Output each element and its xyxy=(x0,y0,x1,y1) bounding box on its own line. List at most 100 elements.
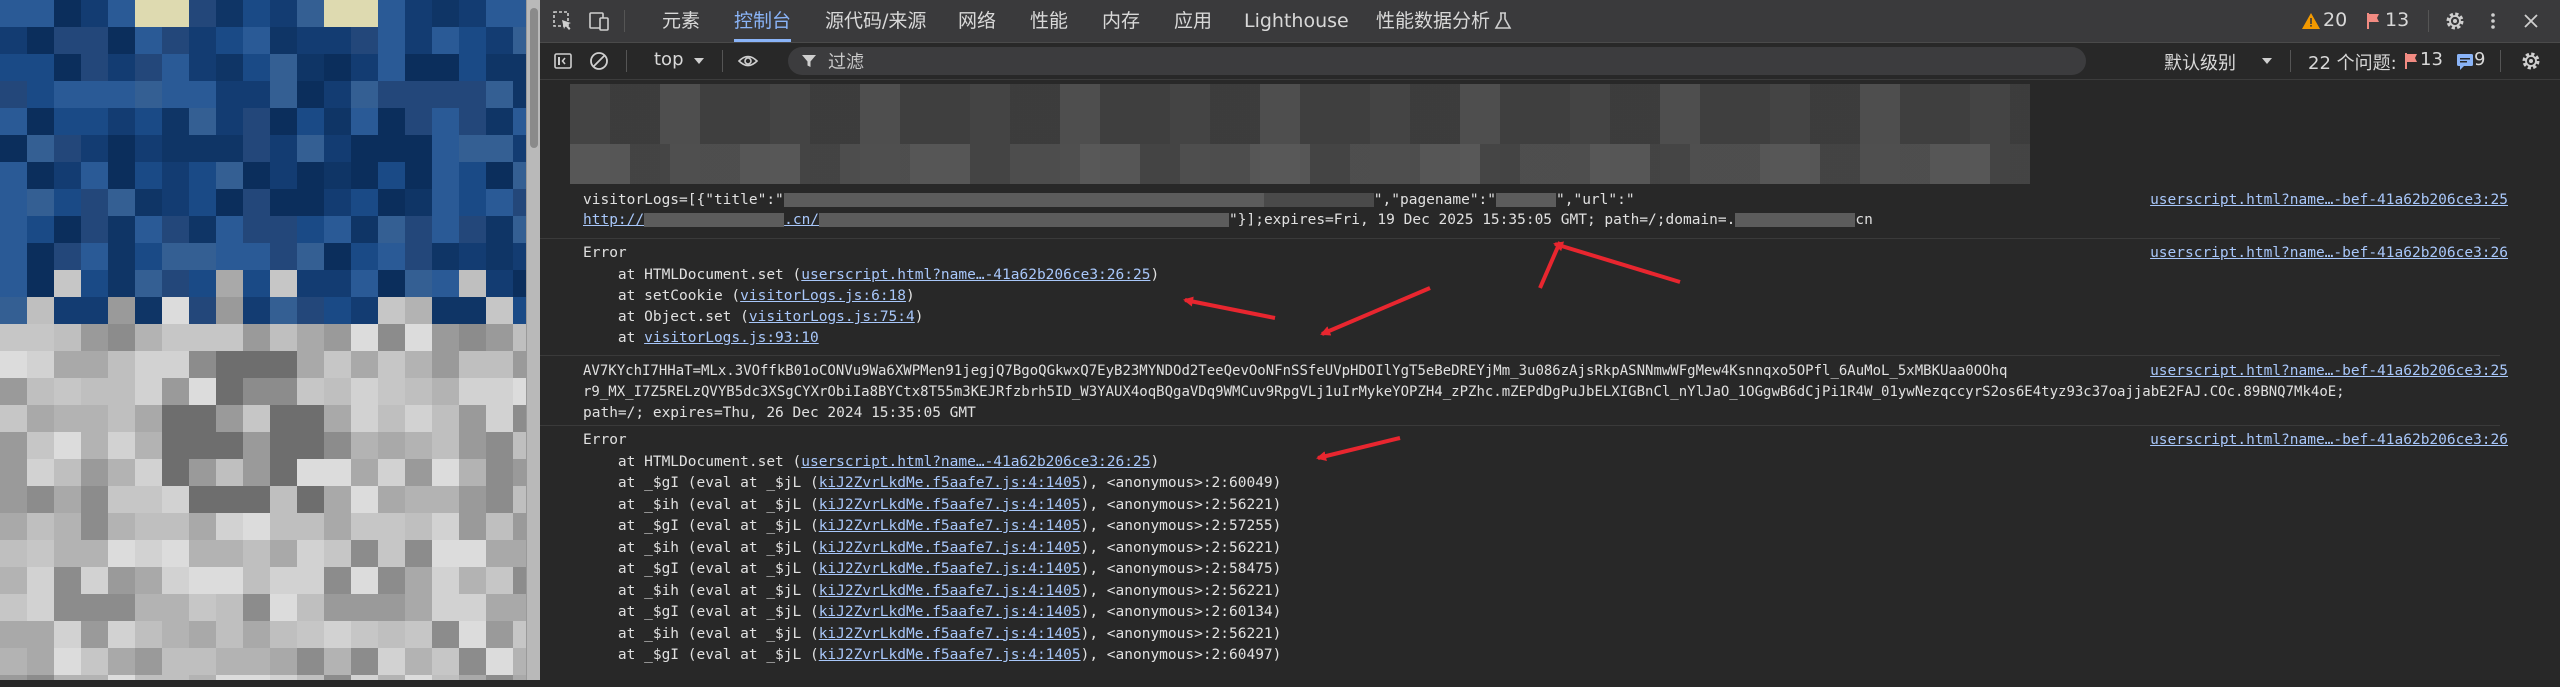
inspect-element-icon[interactable] xyxy=(548,6,578,36)
pixel-block xyxy=(108,378,135,405)
errors-count[interactable]: 13 xyxy=(2385,9,2409,31)
pixel-block xyxy=(243,189,270,216)
pixel-block xyxy=(27,297,54,324)
pixel-block xyxy=(189,81,216,108)
pixel-block xyxy=(486,621,513,648)
tab-memory[interactable]: 内存 xyxy=(1102,0,1140,42)
settings-gear-icon[interactable] xyxy=(2440,6,2470,36)
pixel-block xyxy=(81,324,108,351)
pixel-block xyxy=(108,135,135,162)
context-selector[interactable]: top xyxy=(654,49,684,70)
chevron-down-icon[interactable] xyxy=(2252,46,2282,76)
pixel-block xyxy=(162,270,189,297)
pixel-block xyxy=(81,405,108,432)
pixel-block xyxy=(243,405,270,432)
pixel-block xyxy=(297,378,324,405)
pixel-block xyxy=(324,135,351,162)
filter-box[interactable] xyxy=(788,47,2086,77)
pixel-block xyxy=(189,270,216,297)
annotation-arrow xyxy=(1320,286,1431,336)
tab-application[interactable]: 应用 xyxy=(1174,0,1212,42)
pixel-block xyxy=(108,513,135,540)
warnings-count[interactable]: 20 xyxy=(2323,9,2347,31)
tab-console[interactable]: 控制台 xyxy=(734,0,792,42)
pixel-block xyxy=(324,297,351,324)
pixel-block xyxy=(486,297,513,324)
close-icon[interactable] xyxy=(2516,6,2546,36)
pixel-block xyxy=(297,54,324,81)
issues-info-count[interactable]: 9 xyxy=(2474,49,2485,70)
pixel-block xyxy=(216,459,243,486)
pixel-block xyxy=(351,513,378,540)
pixel-block xyxy=(486,189,513,216)
pixel-block xyxy=(0,216,27,243)
pixel-block xyxy=(270,324,297,351)
pixel-block xyxy=(378,81,405,108)
pixel-block xyxy=(162,27,189,54)
pixel-block xyxy=(405,324,432,351)
page-scrollbar[interactable] xyxy=(526,0,541,680)
pixel-block xyxy=(486,486,513,513)
pixel-block xyxy=(135,0,162,27)
tab-lighthouse[interactable]: Lighthouse xyxy=(1244,0,1349,42)
chevron-down-icon[interactable] xyxy=(684,46,714,76)
issues-label[interactable]: 22 个问题: xyxy=(2308,49,2397,75)
scrollbar-thumb[interactable] xyxy=(530,8,538,148)
pixel-block xyxy=(270,459,297,486)
pixel-block xyxy=(351,594,378,621)
pixel-block xyxy=(405,459,432,486)
pixel-block xyxy=(459,162,486,189)
pixel-block xyxy=(405,270,432,297)
pixel-block xyxy=(297,216,324,243)
pixel-block xyxy=(432,81,459,108)
device-toolbar-icon[interactable] xyxy=(584,6,614,36)
pixel-block xyxy=(378,0,405,27)
console-settings-gear-icon[interactable] xyxy=(2516,46,2546,76)
pixel-block xyxy=(351,81,378,108)
pixel-block xyxy=(0,378,27,405)
pixel-block xyxy=(0,486,27,513)
tab-network[interactable]: 网络 xyxy=(958,0,996,42)
pixel-block xyxy=(216,189,243,216)
pixel-block xyxy=(378,486,405,513)
pixel-block xyxy=(405,351,432,378)
pixel-block xyxy=(405,135,432,162)
pixel-block xyxy=(270,108,297,135)
pixel-block xyxy=(243,432,270,459)
warning-icon[interactable] xyxy=(2296,6,2326,36)
tab-elements[interactable]: 元素 xyxy=(662,0,700,42)
pixel-block xyxy=(0,432,27,459)
pixel-block xyxy=(27,135,54,162)
pixel-block xyxy=(297,27,324,54)
pixel-block xyxy=(378,216,405,243)
annotation-arrow xyxy=(1316,436,1401,461)
pixel-block xyxy=(405,81,432,108)
pixel-block xyxy=(432,567,459,594)
pixel-block xyxy=(135,27,162,54)
more-options-icon[interactable] xyxy=(2478,6,2508,36)
issues-error-count[interactable]: 13 xyxy=(2420,49,2443,70)
pixel-block xyxy=(324,675,351,680)
pixel-block xyxy=(216,594,243,621)
pixel-block xyxy=(216,162,243,189)
error-flag-icon[interactable] xyxy=(2358,6,2388,36)
pixel-block xyxy=(351,162,378,189)
tab-performance-insights[interactable]: 性能数据分析 xyxy=(1376,0,1490,42)
pixel-block xyxy=(27,81,54,108)
pixel-block xyxy=(135,135,162,162)
clear-console-icon[interactable] xyxy=(584,46,614,76)
pixel-block xyxy=(324,270,351,297)
pixel-block xyxy=(27,675,54,680)
sidebar-toggle-icon[interactable] xyxy=(548,46,578,76)
live-expression-eye-icon[interactable] xyxy=(733,46,763,76)
tab-performance[interactable]: 性能 xyxy=(1030,0,1068,42)
pixel-block xyxy=(135,351,162,378)
pixel-block xyxy=(486,567,513,594)
pixel-block xyxy=(297,648,324,675)
pixel-block xyxy=(432,405,459,432)
log-level-selector[interactable]: 默认级别 xyxy=(2164,49,2236,75)
filter-input[interactable] xyxy=(826,47,2070,77)
pixel-block xyxy=(351,135,378,162)
tab-sources[interactable]: 源代码/来源 xyxy=(825,0,926,42)
pixel-block xyxy=(189,486,216,513)
